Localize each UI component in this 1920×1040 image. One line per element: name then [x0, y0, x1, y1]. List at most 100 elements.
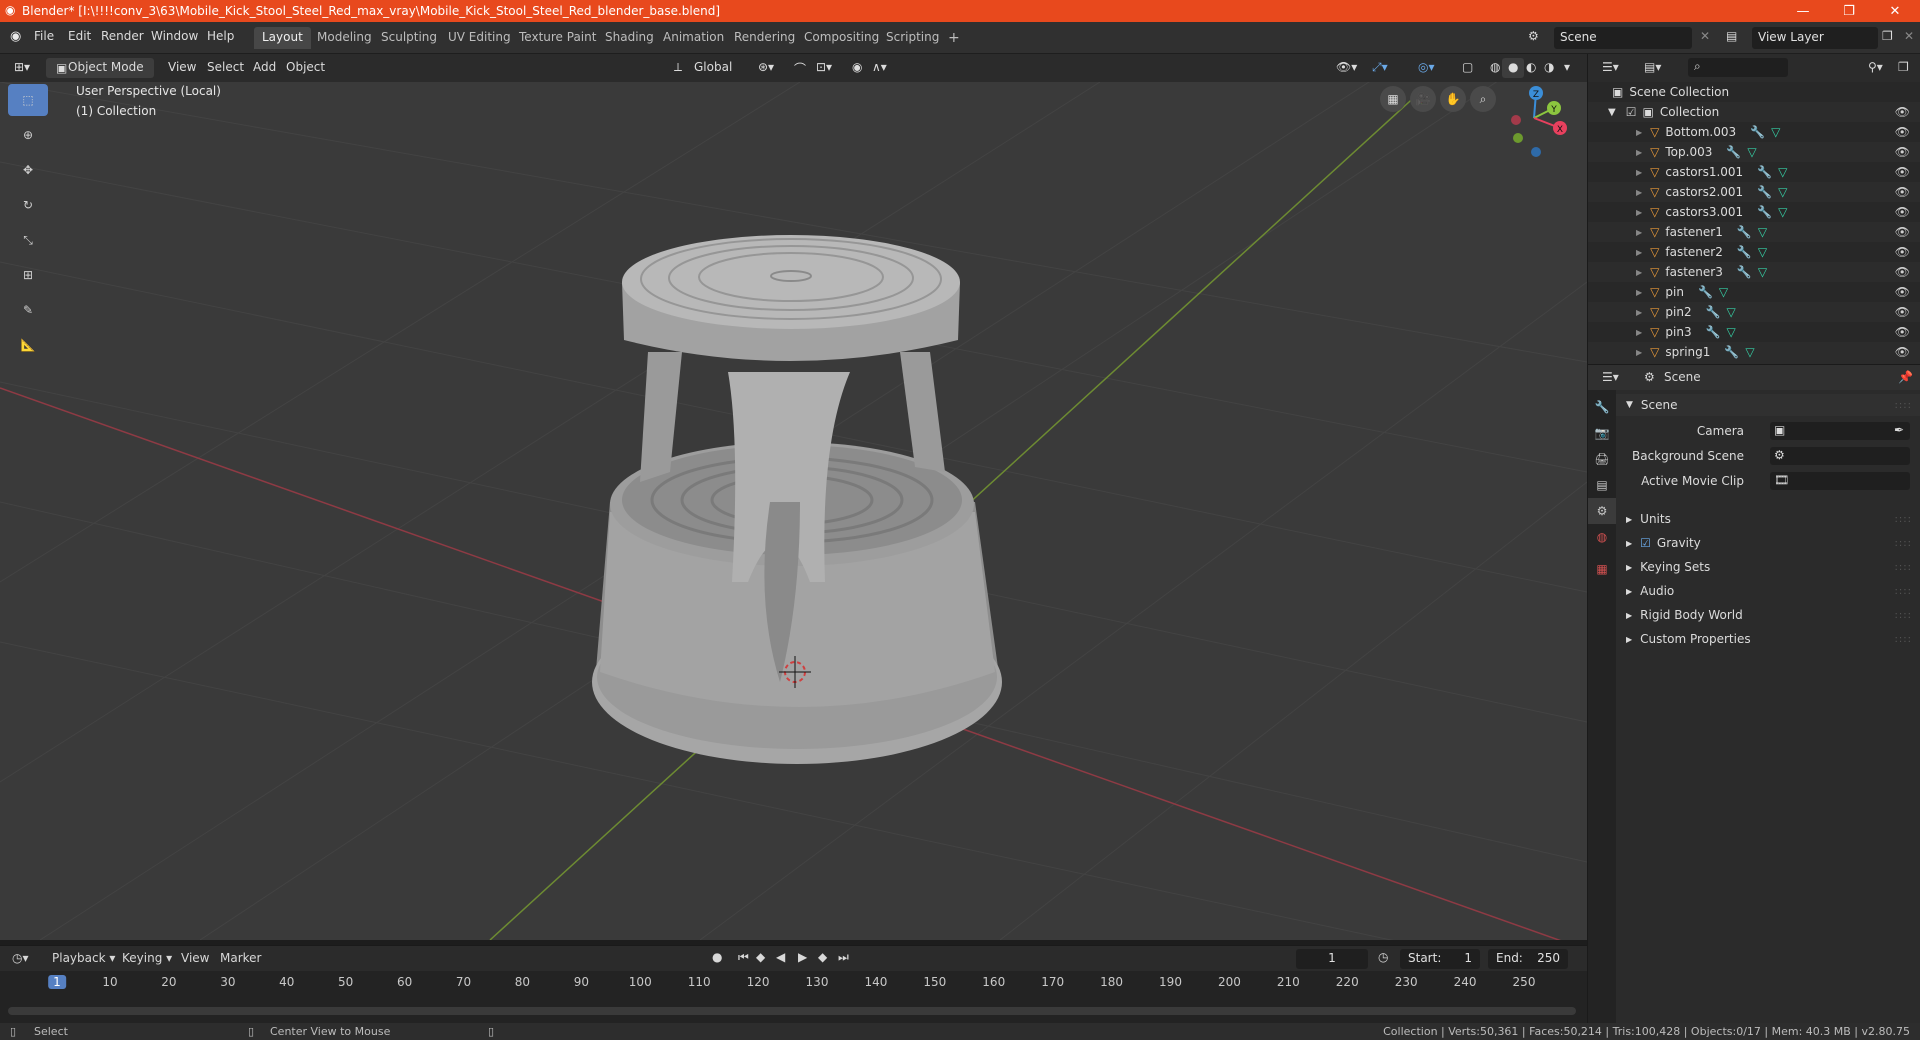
cursor-tool-icon[interactable]: ⊕ [8, 119, 48, 151]
outliner-search-input[interactable] [1688, 58, 1788, 77]
viewport-menu-object[interactable]: Object [280, 58, 331, 78]
drag-handle-icon[interactable]: :::: [1895, 610, 1912, 621]
output-tab-icon[interactable]: 🖨 [1588, 446, 1616, 472]
mesh-data-icon[interactable]: ▽ [1758, 225, 1767, 239]
drag-handle-icon[interactable]: :::: [1895, 400, 1912, 411]
jump-keyframe-back-icon[interactable]: ◆ [756, 950, 765, 964]
scene-tab-icon[interactable]: ⚙ [1588, 498, 1616, 524]
play-reverse-icon[interactable]: ◀ [776, 950, 785, 964]
mesh-data-icon[interactable]: ▽ [1778, 205, 1787, 219]
background-scene-field[interactable] [1770, 447, 1910, 465]
texture-tab-icon[interactable]: ▦ [1588, 556, 1616, 582]
timeline-menu-keying[interactable]: Keying ▾ [122, 951, 172, 965]
view-layer-field[interactable]: View Layer [1752, 27, 1878, 49]
expand-triangle-icon[interactable]: ▶ [1636, 308, 1642, 317]
menu-window[interactable]: Window [151, 29, 198, 43]
outliner-row-object[interactable]: ▶ ▽ fastener2 🔧 ▽ 👁 [1588, 242, 1920, 262]
modifier-wrench-icon[interactable]: 🔧 [1737, 225, 1752, 239]
eye-icon[interactable]: 👁 [1895, 265, 1910, 279]
mesh-data-icon[interactable]: ▽ [1771, 125, 1780, 139]
jump-end-icon[interactable]: ⏭ [838, 950, 849, 965]
menu-edit[interactable]: Edit [68, 29, 91, 43]
outliner-row-scene-collection[interactable]: ▣ Scene Collection [1588, 82, 1920, 102]
checkbox-icon[interactable]: ☑ [1626, 105, 1637, 119]
outliner-row-object[interactable]: ▶ ▽ fastener3 🔧 ▽ 👁 [1588, 262, 1920, 282]
render-tab-icon[interactable]: 📷 [1588, 420, 1616, 446]
proportional-falloff-icon[interactable]: ∧▾ [866, 58, 893, 78]
properties-subpanel[interactable]: ▶ Keying Sets:::: [1616, 556, 1920, 578]
viewport-menu-select[interactable]: Select [201, 58, 250, 78]
gizmo-toggle-icon[interactable]: ⤢▾ [1366, 58, 1394, 78]
overlay-toggle-icon[interactable]: ◎▾ [1412, 58, 1441, 78]
eye-icon[interactable]: 👁 [1895, 185, 1910, 199]
mesh-data-icon[interactable]: ▽ [1727, 305, 1736, 319]
minimize-icon[interactable]: — [1780, 0, 1826, 22]
mesh-data-icon[interactable]: ▽ [1778, 165, 1787, 179]
scene-field[interactable]: Scene [1554, 27, 1692, 49]
expand-triangle-icon[interactable]: ▶ [1636, 208, 1642, 217]
close-icon[interactable]: ✕ [1872, 0, 1918, 22]
view-layer-icon[interactable]: ▤ [1726, 29, 1737, 43]
expand-triangle-icon[interactable]: ▶ [1636, 148, 1642, 157]
jump-start-icon[interactable]: ⏮ [738, 950, 749, 965]
rotate-tool-icon[interactable]: ↻ [8, 189, 48, 221]
new-collection-icon[interactable]: ❐ [1898, 60, 1909, 74]
outliner-row-object[interactable]: ▶ ▽ Bottom.003 🔧 ▽ 👁 [1588, 122, 1920, 142]
eye-icon[interactable]: 👁 [1895, 165, 1910, 179]
end-frame-field[interactable]: End: 250 [1488, 949, 1568, 969]
current-frame-field[interactable]: 1 [1296, 949, 1368, 969]
eye-icon[interactable]: 👁 [1895, 105, 1910, 119]
expand-triangle-icon[interactable]: ▶ [1636, 168, 1642, 177]
timeline-menu-marker[interactable]: Marker [220, 951, 261, 965]
modifier-wrench-icon[interactable]: 🔧 [1724, 345, 1739, 359]
eye-icon[interactable]: 👁 [1895, 245, 1910, 259]
view-layer-tab-icon[interactable]: ▤ [1588, 472, 1616, 498]
expand-triangle-icon[interactable]: ▶ [1636, 228, 1642, 237]
properties-editor-type-icon[interactable]: ☰▾ [1602, 370, 1619, 384]
expand-triangle-icon[interactable]: ▶ [1636, 188, 1642, 197]
modifier-wrench-icon[interactable]: 🔧 [1757, 185, 1772, 199]
timeline-menu-view[interactable]: View [181, 951, 209, 965]
timeline-menu-playback[interactable]: Playback ▾ [52, 951, 115, 965]
snap-icon[interactable]: ⌒ [788, 58, 812, 78]
blender-menu-icon[interactable]: ◉ [10, 29, 21, 44]
display-mode-icon[interactable]: ▤▾ [1644, 60, 1661, 74]
drag-handle-icon[interactable]: :::: [1895, 634, 1912, 645]
outliner-row-object[interactable]: ▶ ▽ Top.003 🔧 ▽ 👁 [1588, 142, 1920, 162]
modifier-wrench-icon[interactable]: 🔧 [1706, 305, 1721, 319]
eye-icon[interactable]: 👁 [1895, 285, 1910, 299]
kick-stool-model[interactable] [592, 235, 1002, 764]
expand-triangle-icon[interactable]: ▶ [1636, 328, 1642, 337]
new-view-layer-icon[interactable]: ❐ [1882, 29, 1893, 43]
timeline-editor-type-icon[interactable]: ◷▾ [12, 951, 29, 965]
move-tool-icon[interactable]: ✥ [8, 154, 48, 186]
view-layer-close-icon[interactable]: ✕ [1904, 29, 1914, 43]
expand-triangle-icon[interactable]: ▶ [1636, 348, 1642, 357]
orientation-dropdown[interactable]: Global [688, 58, 746, 78]
start-frame-field[interactable]: Start: 1 [1400, 949, 1480, 969]
properties-subpanel[interactable]: ▶ Rigid Body World:::: [1616, 604, 1920, 626]
viewport-menu-add[interactable]: Add [247, 58, 282, 78]
pin-icon[interactable]: 📌 [1898, 370, 1913, 384]
outliner-row-object[interactable]: ▶ ▽ pin2 🔧 ▽ 👁 [1588, 302, 1920, 322]
mesh-data-icon[interactable]: ▽ [1778, 185, 1787, 199]
eye-icon[interactable]: 👁 [1895, 325, 1910, 339]
modifier-wrench-icon[interactable]: 🔧 [1706, 325, 1721, 339]
tool-tab-icon[interactable]: 🔧 [1588, 394, 1616, 420]
timeline-area[interactable]: 1 10 20 30 40 50 60 70 80 90 100 110 120 130 140 150 160… [0, 971, 1587, 1023]
mesh-data-icon[interactable]: ▽ [1719, 285, 1728, 299]
select-box-tool-icon[interactable]: ⬚ [8, 84, 48, 116]
modifier-wrench-icon[interactable]: 🔧 [1737, 265, 1752, 279]
eye-icon[interactable]: 👁 [1895, 345, 1910, 359]
3d-viewport[interactable]: User Perspective (Local) (1) Collection … [0, 82, 1587, 940]
tab-rendering[interactable]: Rendering [726, 27, 803, 49]
expand-triangle-icon[interactable]: ▶ [1636, 268, 1642, 277]
tab-animation[interactable]: Animation [655, 27, 732, 49]
outliner-row-object[interactable]: ▶ ▽ castors1.001 🔧 ▽ 👁 [1588, 162, 1920, 182]
mesh-data-icon[interactable]: ▽ [1758, 245, 1767, 259]
visibility-icon[interactable]: 👁▾ [1330, 58, 1363, 78]
expand-triangle-icon[interactable]: ▶ [1636, 248, 1642, 257]
xray-icon[interactable]: ▢ [1456, 58, 1479, 78]
expand-triangle-icon[interactable]: ▶ [1636, 288, 1642, 297]
modifier-wrench-icon[interactable]: 🔧 [1757, 205, 1772, 219]
